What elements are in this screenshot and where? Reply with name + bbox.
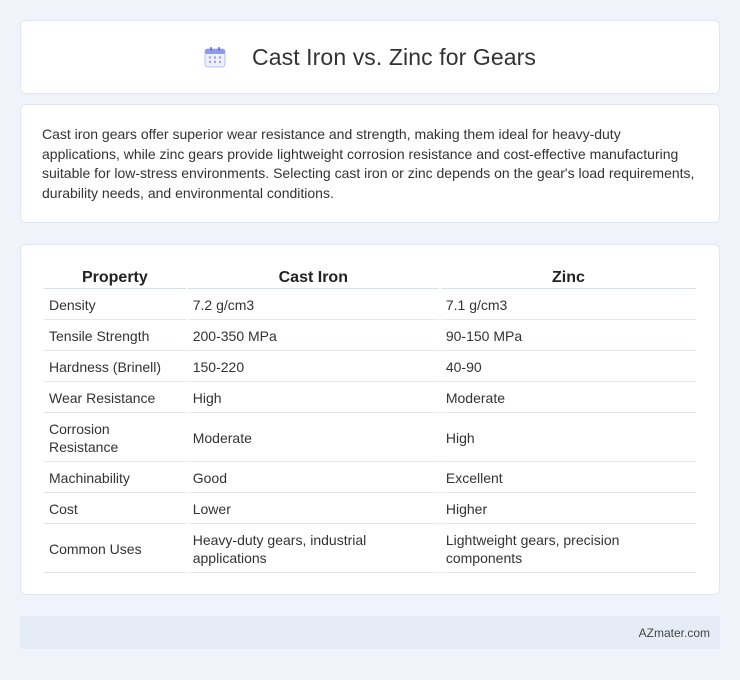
property-cell: Cost <box>44 495 186 524</box>
property-cell: Hardness (Brinell) <box>44 353 186 382</box>
property-cell: Density <box>44 291 186 320</box>
table-row: Machinability Good Excellent <box>44 464 696 493</box>
comparison-table-card: Property Cast Iron Zinc Density 7.2 g/cm… <box>20 244 720 595</box>
table-row: Wear Resistance High Moderate <box>44 384 696 413</box>
table-row: Density 7.2 g/cm3 7.1 g/cm3 <box>44 291 696 320</box>
description-text: Cast iron gears offer superior wear resi… <box>42 126 695 201</box>
zinc-cell: Higher <box>440 495 696 524</box>
zinc-cell: Lightweight gears, precision components <box>440 526 696 573</box>
zinc-cell: Excellent <box>440 464 696 493</box>
zinc-cell: Moderate <box>440 384 696 413</box>
property-cell: Corrosion Resistance <box>44 415 186 462</box>
column-header-zinc: Zinc <box>440 267 696 289</box>
zinc-cell: 40-90 <box>440 353 696 382</box>
footer-site-link[interactable]: AZmater.com <box>639 626 710 640</box>
table-row: Cost Lower Higher <box>44 495 696 524</box>
property-cell: Common Uses <box>44 526 186 573</box>
property-cell: Machinability <box>44 464 186 493</box>
cast-iron-cell: Good <box>187 464 439 493</box>
table-row: Tensile Strength 200-350 MPa 90-150 MPa <box>44 322 696 351</box>
page-title: Cast Iron vs. Zinc for Gears <box>252 43 536 70</box>
cast-iron-cell: High <box>187 384 439 413</box>
table-header-row: Property Cast Iron Zinc <box>44 267 696 289</box>
comparison-table: Property Cast Iron Zinc Density 7.2 g/cm… <box>42 265 698 575</box>
cast-iron-cell: Moderate <box>187 415 439 462</box>
zinc-cell: High <box>440 415 696 462</box>
title-card: Cast Iron vs. Zinc for Gears <box>20 20 720 94</box>
cast-iron-cell: 200-350 MPa <box>187 322 439 351</box>
cast-iron-cell: 7.2 g/cm3 <box>187 291 439 320</box>
cast-iron-cell: Heavy-duty gears, industrial application… <box>187 526 439 573</box>
description-card: Cast iron gears offer superior wear resi… <box>20 104 720 223</box>
table-row: Hardness (Brinell) 150-220 40-90 <box>44 353 696 382</box>
footer: AZmater.com <box>20 616 720 649</box>
property-cell: Wear Resistance <box>44 384 186 413</box>
zinc-cell: 7.1 g/cm3 <box>440 291 696 320</box>
table-row: Common Uses Heavy-duty gears, industrial… <box>44 526 696 573</box>
cast-iron-cell: 150-220 <box>187 353 439 382</box>
table-row: Corrosion Resistance Moderate High <box>44 415 696 462</box>
zinc-cell: 90-150 MPa <box>440 322 696 351</box>
property-cell: Tensile Strength <box>44 322 186 351</box>
column-header-property: Property <box>44 267 186 289</box>
calendar-icon <box>204 46 226 68</box>
cast-iron-cell: Lower <box>187 495 439 524</box>
column-header-cast-iron: Cast Iron <box>187 267 439 289</box>
